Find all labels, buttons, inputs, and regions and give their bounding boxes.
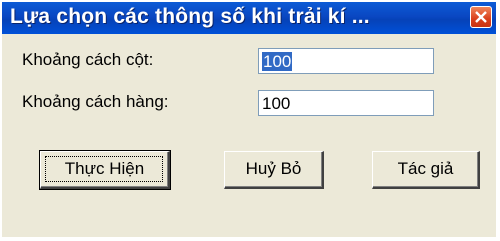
column-spacing-label: Khoảng cách cột: <box>22 50 154 69</box>
execute-button[interactable]: Thực Hiện <box>39 150 171 190</box>
title-bar[interactable]: Lựa chọn các thông số khi trải kí ... <box>2 2 496 34</box>
column-spacing-value: 100 <box>262 52 293 71</box>
window-title: Lựa chọn các thông số khi trải kí ... <box>10 5 370 28</box>
column-spacing-input[interactable]: 100 <box>258 48 434 74</box>
dialog-window: Lựa chọn các thông số khi trải kí ... Kh… <box>2 2 496 237</box>
cancel-button[interactable]: Huỷ Bỏ <box>224 151 324 189</box>
cancel-button-label: Huỷ Bỏ <box>245 159 302 178</box>
focus-rectangle <box>45 156 163 182</box>
author-button-label: Tác giả <box>397 159 454 178</box>
row-spacing-value: 100 <box>262 94 291 113</box>
row-spacing-input[interactable]: 100 <box>258 90 434 116</box>
close-icon <box>475 11 487 23</box>
close-button[interactable] <box>470 6 492 28</box>
author-button[interactable]: Tác giả <box>372 151 480 189</box>
row-spacing-label: Khoảng cách hàng: <box>22 92 169 111</box>
